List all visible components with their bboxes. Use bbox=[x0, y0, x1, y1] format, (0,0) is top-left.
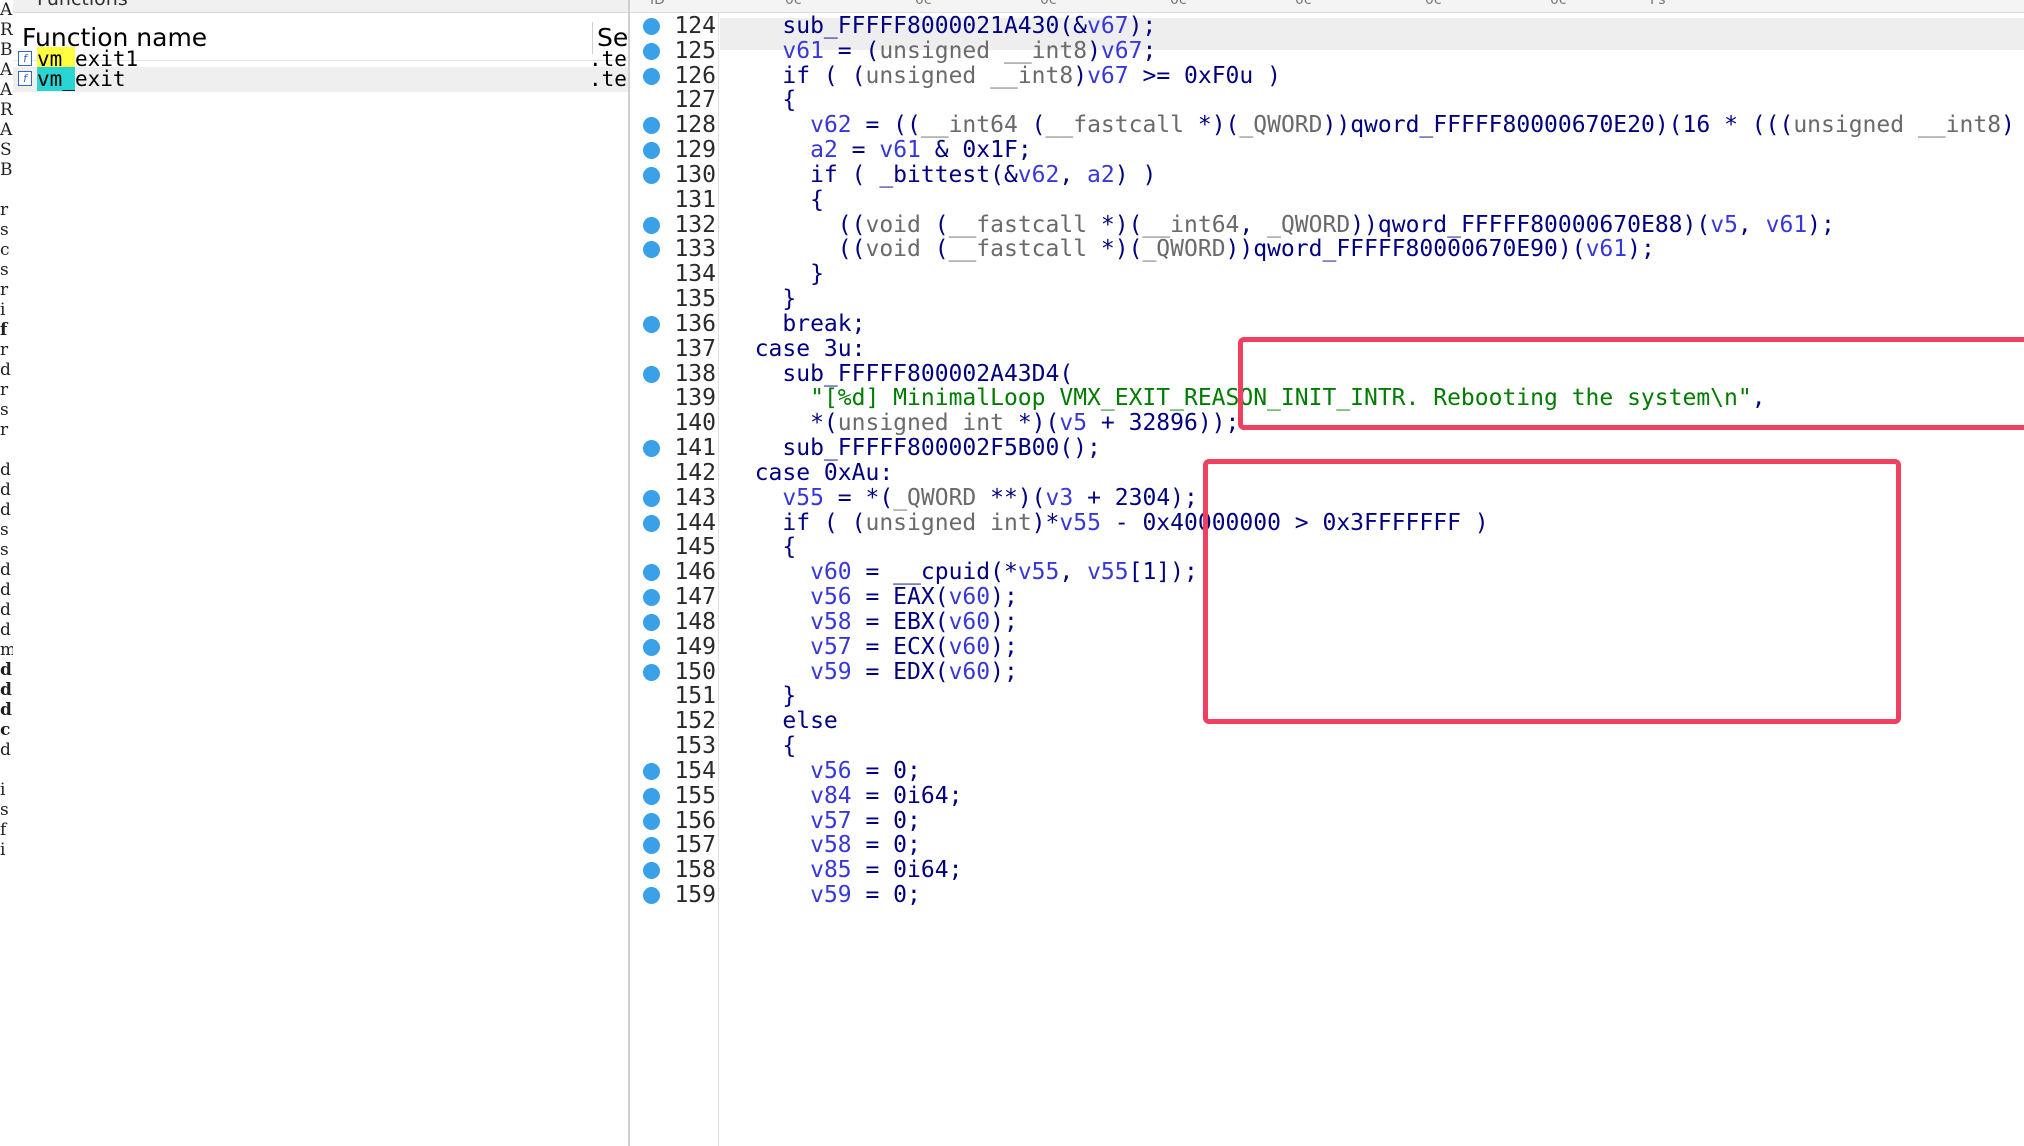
left-strip-char: r bbox=[0, 280, 9, 300]
left-strip-char: d bbox=[0, 460, 11, 480]
pseudocode-view[interactable]: ID 0c 0c 0c 0c 0c 0c 0c Ps 124 sub_FFFFF8000021A… bbox=[630, 0, 2024, 1146]
view-tab[interactable]: Ps bbox=[1650, 0, 1666, 8]
left-strip-char: s bbox=[0, 220, 9, 240]
left-strip-char: B bbox=[0, 40, 13, 60]
left-strip-char: s bbox=[0, 260, 9, 280]
function-row[interactable]: f vm_exit .te bbox=[13, 67, 628, 92]
view-tab[interactable]: 0c bbox=[915, 0, 932, 8]
left-strip-char: c bbox=[0, 240, 10, 260]
view-tab[interactable]: 0c bbox=[785, 0, 802, 8]
left-strip-char: d bbox=[0, 680, 12, 700]
view-tab[interactable]: 0c bbox=[1170, 0, 1187, 8]
view-tab[interactable]: 0c bbox=[1295, 0, 1312, 8]
left-strip-char: s bbox=[0, 540, 9, 560]
left-strip-char: R bbox=[0, 20, 13, 40]
left-strip-char: A bbox=[0, 120, 13, 140]
left-strip-char: d bbox=[0, 480, 11, 500]
left-strip-char: S bbox=[0, 140, 12, 160]
left-strip-char: d bbox=[0, 700, 12, 720]
left-strip-char: d bbox=[0, 560, 11, 580]
left-strip-char: c bbox=[0, 720, 11, 740]
functions-pane-title-bar: Functions bbox=[13, 0, 628, 13]
code-text[interactable]: v59 = 0; bbox=[727, 879, 921, 911]
left-strip-char: d bbox=[0, 500, 11, 520]
left-strip-char: r bbox=[0, 200, 9, 220]
left-strip-char: d bbox=[0, 740, 11, 760]
left-strip-char: R bbox=[0, 100, 13, 120]
left-strip-char: m bbox=[0, 640, 13, 660]
left-strip-char: d bbox=[0, 360, 11, 380]
left-strip-char: d bbox=[0, 620, 11, 640]
function-name-highlight: vm_ bbox=[37, 67, 75, 91]
left-strip-char: r bbox=[0, 380, 9, 400]
left-strip-char: i bbox=[0, 840, 6, 860]
left-strip-char: i bbox=[0, 780, 6, 800]
line-number: 159 bbox=[674, 882, 716, 909]
left-strip-char: d bbox=[0, 660, 12, 680]
left-strip-char: r bbox=[0, 340, 9, 360]
functions-pane-title: Functions bbox=[37, 0, 128, 10]
left-strip-char: s bbox=[0, 400, 9, 420]
code-line: 159 v59 = 0; bbox=[630, 879, 2024, 911]
left-strip-char: i bbox=[0, 300, 6, 320]
annotation-box-case-0xa bbox=[1203, 459, 1901, 724]
left-strip-char: f bbox=[0, 820, 7, 840]
function-icon: f bbox=[18, 71, 32, 86]
left-strip-char: d bbox=[0, 580, 11, 600]
view-tab[interactable]: 0c bbox=[1550, 0, 1567, 8]
view-tab[interactable]: 0c bbox=[1040, 0, 1057, 8]
function-segment: .te bbox=[589, 67, 627, 91]
view-tab[interactable]: 0c bbox=[1425, 0, 1442, 8]
left-strip-char: A bbox=[0, 80, 13, 100]
left-strip-char: A bbox=[0, 0, 13, 20]
left-strip-char: s bbox=[0, 520, 9, 540]
left-strip-char: f bbox=[0, 320, 8, 340]
left-strip-char: s bbox=[0, 800, 9, 820]
view-tab[interactable]: ID bbox=[650, 0, 665, 8]
left-panel-clipped: ARBAARASBrscsrifrdrsrdddssddddmdddcdisfi bbox=[0, 0, 14, 1146]
annotation-box-case-3 bbox=[1238, 337, 2024, 430]
function-icon: f bbox=[18, 51, 32, 66]
function-name: vm_exit bbox=[37, 67, 126, 91]
left-strip-char: A bbox=[0, 60, 13, 80]
left-strip-char: d bbox=[0, 600, 11, 620]
function-name-rest: exit bbox=[74, 67, 126, 91]
left-strip-char: B bbox=[0, 160, 13, 180]
left-strip-char: r bbox=[0, 420, 9, 440]
functions-pane: Functions Function name Se fvm_exit1.tef… bbox=[13, 0, 630, 1146]
